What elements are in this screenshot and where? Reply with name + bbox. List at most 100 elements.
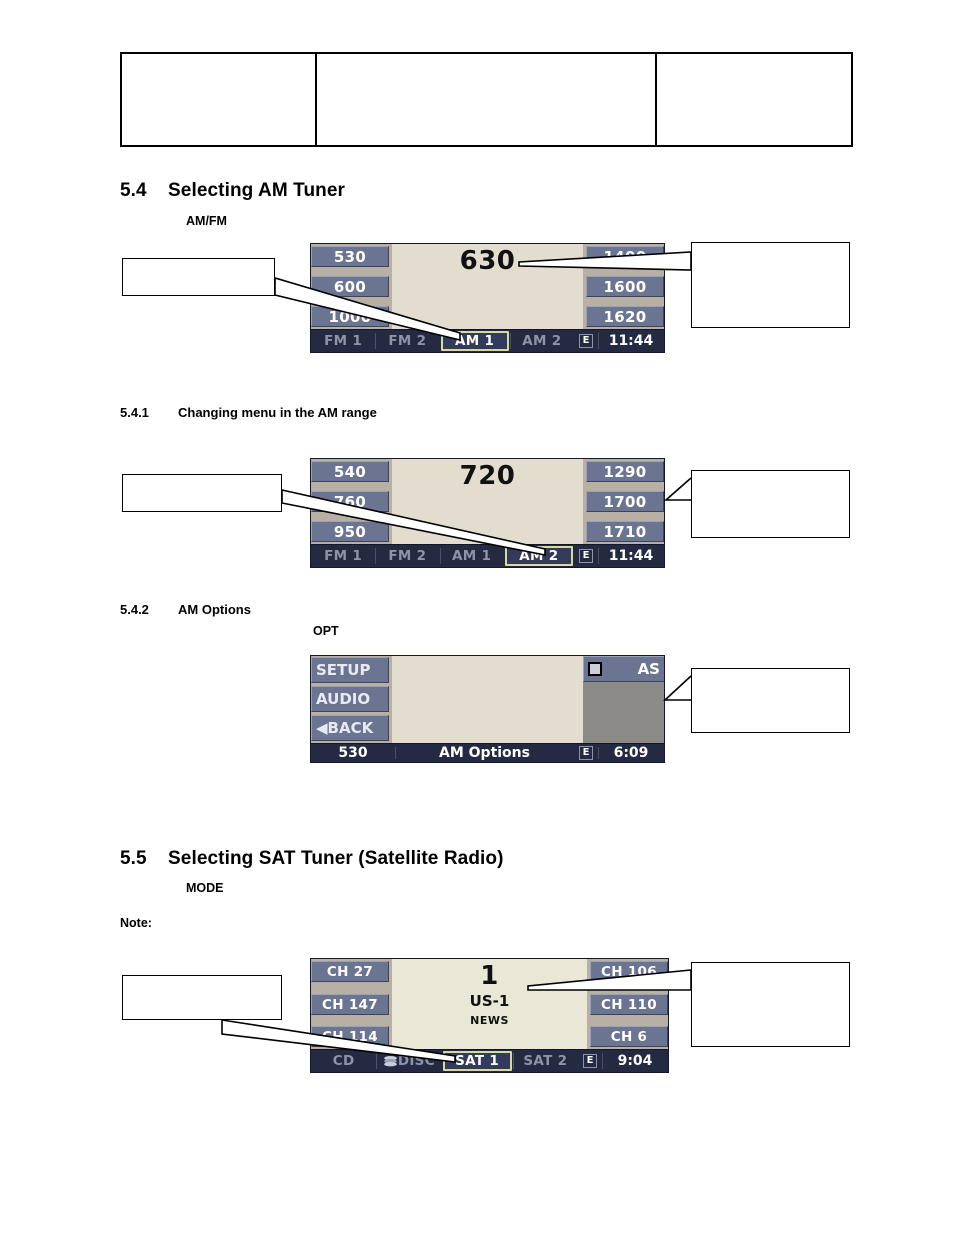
preset-button[interactable]: 1290	[586, 461, 664, 482]
clock-options: 6:09	[598, 744, 664, 762]
table-cell-1	[122, 54, 315, 145]
menu-button-back-label: BACK	[327, 719, 374, 737]
table-cell-2	[315, 54, 655, 145]
preset-button[interactable]: CH 114	[311, 1026, 389, 1047]
preset-button[interactable]: CH 147	[311, 993, 389, 1015]
heading-5-5: 5.5 Selecting SAT Tuner (Satellite Radio)	[120, 848, 504, 870]
preset-button[interactable]: 1620	[586, 306, 664, 327]
status-bar-am1: FM 1 FM 2 AM 1 AM 2 E 11:44	[311, 329, 664, 352]
as-option-row[interactable]: AS	[583, 656, 664, 682]
preset-button[interactable]: 760	[311, 491, 389, 512]
heading-5-4-number: 5.4	[120, 180, 147, 201]
radio-display-am1[interactable]: 530 600 1000 630 1400 1600 1620 FM 1 FM …	[310, 243, 665, 353]
preset-button[interactable]: 950	[311, 521, 389, 542]
menu-button-setup[interactable]: SETUP	[311, 657, 389, 683]
options-column-right: AS	[583, 656, 664, 743]
preset-button[interactable]: 540	[311, 461, 389, 482]
display-center-sat1: 1 US-1 NEWS	[392, 959, 587, 1049]
heading-5-4: 5.4 Selecting AM Tuner	[120, 180, 345, 202]
radio-display-am2[interactable]: 540 760 950 720 1290 1700 1710 FM 1 FM 2…	[310, 458, 665, 568]
heading-5-4-2-number: 5.4.2	[120, 602, 149, 617]
preset-column-right-am2: 1290 1700 1710	[583, 459, 664, 544]
preset-button[interactable]: 1000	[311, 306, 389, 327]
clock-am1: 11:44	[598, 330, 664, 352]
source-tab-disc[interactable]: DISC	[376, 1050, 441, 1072]
band-tab-fm2[interactable]: FM 2	[375, 330, 439, 352]
band-indicator-label: E	[578, 549, 594, 563]
band-indicator-options: E	[574, 744, 598, 762]
preset-column-left-am2: 540 760 950	[311, 459, 392, 544]
callout-am1-left	[122, 258, 275, 296]
band-indicator-am1: E	[574, 330, 598, 352]
band-tab-fm2[interactable]: FM 2	[375, 545, 439, 567]
display-body-am2: 540 760 950 720 1290 1700 1710	[311, 459, 664, 544]
callout-options-right	[691, 668, 850, 733]
radio-display-am-options[interactable]: SETUP AUDIO ◀BACK AS 530 AM Options E 6:…	[310, 655, 665, 763]
band-indicator-label: E	[582, 1054, 598, 1068]
band-indicator-label: E	[578, 334, 594, 348]
callout-sat-right	[691, 962, 850, 1047]
status-bar-sat1: CD DISC SAT 1 SAT 2 E 9:04	[311, 1049, 668, 1072]
status-bar-am2: FM 1 FM 2 AM 1 AM 2 E 11:44	[311, 544, 664, 567]
band-tab-am2[interactable]: AM 2	[504, 546, 573, 566]
current-frequency: 630	[459, 246, 516, 276]
band-tab-am2[interactable]: AM 2	[509, 330, 574, 352]
preset-button[interactable]: CH 27	[311, 961, 389, 982]
top-table	[120, 52, 853, 147]
clock-sat1: 9:04	[602, 1050, 668, 1072]
channel-name: US-1	[469, 992, 510, 1011]
band-indicator-sat1: E	[578, 1050, 602, 1072]
display-center-am2: 720	[392, 459, 583, 544]
current-frequency: 720	[459, 461, 516, 491]
clock-am2: 11:44	[598, 545, 664, 567]
menu-button-back[interactable]: ◀BACK	[311, 715, 389, 741]
document-page: 5.4 Selecting AM Tuner AM/FM 530 600 1000…	[0, 0, 954, 1235]
heading-5-4-1-number: 5.4.1	[120, 405, 149, 420]
subline-opt: OPT	[313, 624, 339, 638]
menu-column-left: SETUP AUDIO ◀BACK	[311, 656, 392, 743]
menu-button-audio[interactable]: AUDIO	[311, 686, 389, 712]
options-title: AM Options	[395, 744, 574, 762]
preset-button[interactable]: 1710	[586, 521, 664, 542]
band-tab-fm1[interactable]: FM 1	[311, 330, 375, 352]
band-tab-fm1[interactable]: FM 1	[311, 545, 375, 567]
preset-button[interactable]: 530	[311, 246, 389, 267]
callout-sat-left	[122, 975, 282, 1020]
as-checkbox[interactable]	[588, 662, 602, 676]
disc-stack-icon	[383, 1055, 398, 1068]
source-tab-sat1[interactable]: SAT 1	[442, 1051, 512, 1071]
band-tab-am1[interactable]: AM 1	[440, 331, 509, 351]
heading-5-4-2-title: AM Options	[178, 602, 251, 617]
heading-5-5-title: Selecting SAT Tuner (Satellite Radio)	[168, 848, 504, 869]
band-indicator-am2: E	[574, 545, 598, 567]
source-tab-disc-label: DISC	[397, 1053, 435, 1069]
source-tab-cd[interactable]: CD	[311, 1050, 376, 1072]
preset-button[interactable]: CH 110	[590, 993, 668, 1015]
channel-category: NEWS	[470, 1014, 509, 1028]
table-cell-3	[655, 54, 851, 145]
band-tab-am1[interactable]: AM 1	[439, 545, 504, 567]
status-bar-options: 530 AM Options E 6:09	[311, 743, 664, 762]
back-arrow-icon: ◀	[316, 719, 328, 737]
source-tab-sat2[interactable]: SAT 2	[512, 1050, 578, 1072]
display-center-options	[392, 656, 583, 743]
subline-mode: MODE	[186, 881, 224, 895]
preset-button[interactable]: 600	[311, 276, 389, 297]
current-channel-number: 1	[480, 961, 499, 991]
preset-button[interactable]: CH 106	[590, 961, 668, 982]
heading-5-4-1-title: Changing menu in the AM range	[178, 405, 377, 420]
preset-button[interactable]: CH 6	[590, 1026, 668, 1047]
options-frequency: 530	[338, 745, 368, 761]
radio-display-sat1[interactable]: CH 27 CH 147 CH 114 1 US-1 NEWS CH 106 C…	[310, 958, 669, 1073]
preset-button[interactable]: 1700	[586, 491, 664, 512]
as-option-label: AS	[637, 660, 660, 678]
preset-button[interactable]: 1400	[586, 246, 664, 267]
preset-button[interactable]: 1600	[586, 276, 664, 297]
preset-column-left-am1: 530 600 1000	[311, 244, 392, 329]
subline-am-fm: AM/FM	[186, 214, 227, 228]
display-body-am1: 530 600 1000 630 1400 1600 1620	[311, 244, 664, 329]
band-indicator-label: E	[578, 746, 594, 760]
display-center-am1: 630	[392, 244, 583, 329]
preset-column-right-am1: 1400 1600 1620	[583, 244, 664, 329]
preset-column-right-sat1: CH 106 CH 110 CH 6	[587, 959, 668, 1049]
